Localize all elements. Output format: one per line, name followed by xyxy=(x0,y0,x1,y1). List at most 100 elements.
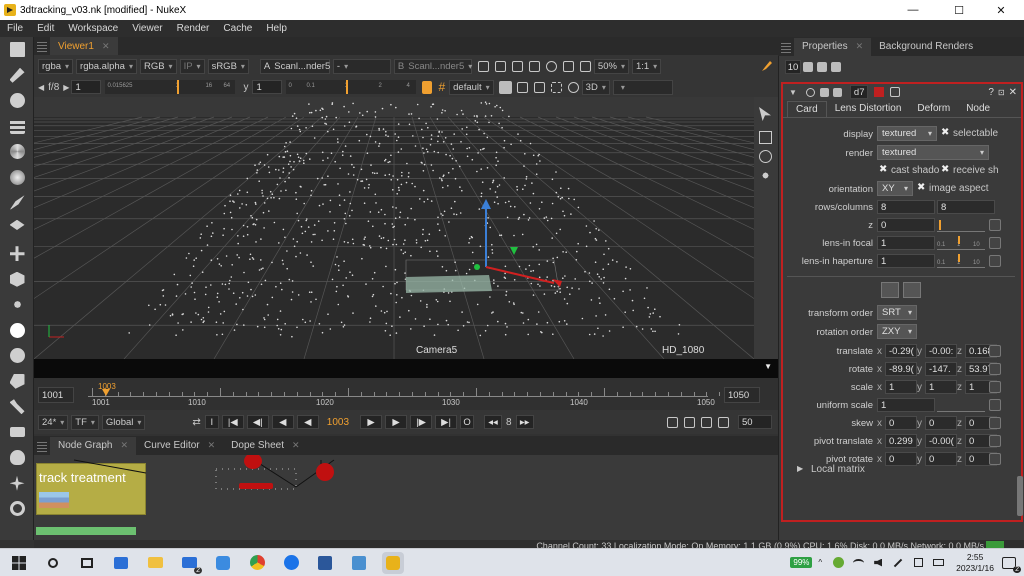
camera-icon[interactable] xyxy=(498,80,512,94)
tab-node-graph[interactable]: Node Graph ✕ xyxy=(50,436,137,455)
volume-icon[interactable] xyxy=(871,556,885,570)
view-default-dropdown[interactable]: default xyxy=(449,79,494,95)
camera-lock-icon[interactable] xyxy=(422,80,433,94)
panel-grip-icon[interactable] xyxy=(37,40,47,52)
wireframe-icon[interactable] xyxy=(533,81,545,93)
transform-nodes-button[interactable] xyxy=(0,241,34,267)
tab-curve-editor[interactable]: Curve Editor ✕ xyxy=(136,436,224,455)
particles-nodes-button[interactable] xyxy=(0,292,34,318)
selection-icon[interactable] xyxy=(550,81,562,93)
panel-grip-icon[interactable] xyxy=(37,439,47,452)
cast-shadow-checkbox[interactable]: ✖ xyxy=(879,164,887,175)
rotate-y-input[interactable]: -147. xyxy=(925,362,957,376)
scale-x-input[interactable]: 1 xyxy=(885,380,917,394)
proxy-icon[interactable] xyxy=(511,60,523,72)
input-b-dropdown[interactable]: B Scanl...nder5 xyxy=(393,58,472,74)
scale-animation-button[interactable] xyxy=(989,381,1001,393)
rotate-x-input[interactable]: -89.9( xyxy=(885,362,917,376)
rotate-animation-button[interactable] xyxy=(989,363,1001,375)
select-circle-icon[interactable] xyxy=(759,150,772,163)
pivot-rotate-y-input[interactable]: 0 xyxy=(925,452,957,466)
loop-icon[interactable]: ⇄ xyxy=(192,417,200,428)
display-dropdown[interactable]: textured xyxy=(877,126,937,141)
global-dropdown[interactable]: Global xyxy=(101,414,146,430)
end-frame-input[interactable]: 50 xyxy=(738,415,772,429)
render-dropdown[interactable]: textured xyxy=(877,145,989,160)
keyer-nodes-button[interactable] xyxy=(0,190,34,216)
select-arrow-icon[interactable] xyxy=(759,107,771,121)
z-animation-button[interactable] xyxy=(989,219,1001,231)
gamma-input[interactable]: 1 xyxy=(252,80,283,94)
file-explorer-icon[interactable] xyxy=(144,552,166,574)
refresh-icon[interactable] xyxy=(545,60,557,72)
play-backward-button[interactable]: ◀ xyxy=(296,415,319,429)
notifications-icon[interactable]: 2 xyxy=(1002,556,1021,573)
properties-scrollbar[interactable] xyxy=(1017,476,1023,516)
close-icon[interactable]: ✕ xyxy=(856,41,864,52)
lens-focal-animation-button[interactable] xyxy=(989,237,1001,249)
pen-icon[interactable] xyxy=(891,556,905,570)
color-picker-icon[interactable] xyxy=(762,61,772,71)
flipbook-icon[interactable] xyxy=(667,416,678,428)
select-box-icon[interactable] xyxy=(759,131,772,144)
tab-node[interactable]: Node xyxy=(958,101,998,117)
input-a-dropdown[interactable]: A Scanl...nder5 xyxy=(259,58,330,74)
node-color-swatch[interactable] xyxy=(873,87,884,97)
transform-order-dropdown[interactable]: SRT xyxy=(877,305,917,320)
tab-lens-distortion[interactable]: Lens Distortion xyxy=(827,101,910,117)
lock-icon[interactable] xyxy=(516,81,528,93)
last-frame-button[interactable]: ▶| xyxy=(435,415,458,429)
skew-x-input[interactable]: 0 xyxy=(885,416,917,430)
gain-slider-handle[interactable] xyxy=(177,80,180,94)
next-keyframe-button[interactable]: |▶ xyxy=(410,415,433,429)
lens-aperture-animation-button[interactable] xyxy=(989,255,1001,267)
timeline-ruler[interactable]: 1001 1010 1020 1030 1040 1050 1003 xyxy=(80,380,721,408)
close-icon[interactable]: ✕ xyxy=(120,440,128,451)
close-button[interactable]: ✕ xyxy=(978,0,1024,20)
in-point-button[interactable]: I xyxy=(204,415,219,429)
other-nodes-button[interactable] xyxy=(0,420,34,446)
node-graph-canvas[interactable]: track treatment xyxy=(34,455,778,540)
gamma-slider[interactable]: 0 0.1 1 2 4 xyxy=(286,80,417,94)
lens-aperture-slider[interactable]: 0.1 1 10 xyxy=(937,254,985,268)
menu-help[interactable]: Help xyxy=(259,23,294,34)
selectable-checkbox[interactable]: ✖ xyxy=(941,127,949,138)
task-view-icon[interactable] xyxy=(76,552,98,574)
ratio-dropdown[interactable]: 1:1 xyxy=(631,58,662,74)
views-nodes-button[interactable] xyxy=(0,343,34,369)
cache-icon[interactable] xyxy=(684,416,695,428)
rows-input[interactable]: 8 xyxy=(877,200,935,214)
alpha-dropdown[interactable]: rgba.alpha xyxy=(76,58,137,74)
close-icon[interactable]: ✕ xyxy=(292,440,300,451)
step-forward-button[interactable]: ▸▸ xyxy=(515,415,534,429)
columns-input[interactable]: 8 xyxy=(937,200,995,214)
tab-background-renders[interactable]: Background Renders xyxy=(871,37,982,56)
menu-file[interactable]: File xyxy=(0,23,30,34)
play-forward-button[interactable]: ▶ xyxy=(360,415,383,429)
pause-icon[interactable] xyxy=(562,60,574,72)
float-panel-icon[interactable]: ⊡ xyxy=(998,88,1005,97)
toolsets-button[interactable] xyxy=(0,394,34,420)
view-mode-extra-dropdown[interactable] xyxy=(612,79,673,95)
translate-x-input[interactable]: -0.29( xyxy=(885,344,917,358)
channel-nodes-button[interactable] xyxy=(0,114,34,140)
tab-dope-sheet[interactable]: Dope Sheet ✕ xyxy=(223,436,308,455)
3d-nodes-button[interactable] xyxy=(0,267,34,293)
fstop-prev-icon[interactable]: ◀ xyxy=(38,83,44,92)
filter-nodes-button[interactable] xyxy=(0,165,34,191)
lens-focal-input[interactable]: 1 xyxy=(877,236,935,250)
gl-color-icon[interactable] xyxy=(889,87,900,97)
minimize-button[interactable]: — xyxy=(890,0,936,20)
help-question-icon[interactable]: ? xyxy=(988,87,994,98)
sphere-icon[interactable] xyxy=(567,81,579,93)
deep-nodes-button[interactable] xyxy=(0,318,34,344)
tray-app-icon[interactable] xyxy=(831,556,845,570)
panel-grip-icon[interactable] xyxy=(781,40,791,53)
current-frame-field[interactable]: 1003 xyxy=(327,417,349,428)
display-dropdown[interactable]: RGB xyxy=(139,58,177,74)
lens-focal-slider[interactable]: 0.1 1 10 xyxy=(937,236,985,250)
receive-shadow-checkbox[interactable]: ✖ xyxy=(941,164,949,175)
tab-properties[interactable]: Properties ✕ xyxy=(794,37,872,56)
timeline-end-input[interactable]: 1050 xyxy=(724,387,760,403)
record-icon[interactable] xyxy=(701,416,712,428)
